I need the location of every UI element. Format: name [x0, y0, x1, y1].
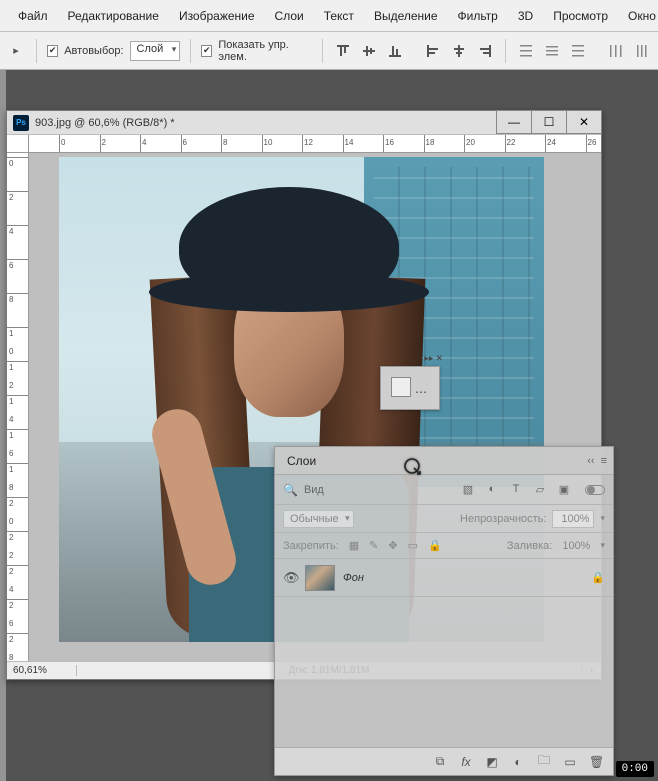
align-left-icon[interactable]	[423, 40, 443, 62]
adjustment-layer-icon[interactable]: ◐	[511, 755, 525, 769]
auto-select-label: Автовыбор:	[64, 45, 123, 57]
align-vcenter-icon[interactable]	[359, 40, 379, 62]
layers-panel[interactable]: Слои ‹‹ ≡ 🔍 Вид ▧ ◐ T ▱ ▣ Обычные Непроз…	[274, 446, 614, 776]
filter-kind-dropdown[interactable]: Вид	[304, 484, 324, 496]
auto-select-checkbox[interactable]: ✔	[47, 45, 58, 57]
fill-input[interactable]: 100%	[562, 540, 590, 552]
menu-select[interactable]: Выделение	[364, 3, 448, 29]
show-transform-checkbox[interactable]: ✔	[201, 45, 212, 57]
filter-smart-icon[interactable]: ▣	[557, 483, 571, 496]
menu-3d[interactable]: 3D	[508, 3, 543, 29]
lock-all-icon[interactable]: 🔒	[428, 539, 442, 552]
recording-timer: 0:00	[616, 761, 654, 777]
tab-layers[interactable]: Слои	[275, 448, 328, 474]
distribute-hcenter-icon[interactable]	[632, 40, 652, 62]
distribute-top-icon[interactable]	[516, 40, 536, 62]
group-icon[interactable]: 🗀	[537, 751, 551, 772]
lock-label: Закрепить:	[283, 540, 339, 552]
menu-filter[interactable]: Фильтр	[448, 3, 508, 29]
options-bar: ▸ ✔ Автовыбор: Слой ✔ Показать упр. элем…	[0, 32, 658, 70]
blend-row: Обычные Непрозрачность: 100% ▾	[275, 505, 613, 533]
fill-label: Заливка:	[507, 540, 552, 552]
show-transform-label: Показать упр. элем.	[218, 39, 311, 63]
layer-mask-icon[interactable]: ◩	[485, 755, 499, 769]
align-hcenter-icon[interactable]	[449, 40, 469, 62]
align-top-icon[interactable]	[333, 40, 353, 62]
opacity-input[interactable]: 100%	[552, 510, 594, 528]
mouse-cursor-icon	[404, 458, 420, 474]
panel-menu-icon[interactable]: ≡	[601, 455, 607, 467]
layer-row[interactable]: 👁 Фон 🔒	[275, 559, 613, 597]
distribute-vcenter-icon[interactable]	[542, 40, 562, 62]
lock-artboard-icon[interactable]: ▭	[408, 539, 418, 552]
photo-hat	[179, 187, 399, 307]
filter-toggle[interactable]	[585, 485, 605, 495]
workspace: Ps 903.jpg @ 60,6% (RGB/8*) * — ☐ ✕ 0246…	[0, 70, 658, 781]
layers-tab-row: Слои ‹‹ ≡	[275, 447, 613, 475]
ruler-horizontal[interactable]: 02468101214161820222426	[29, 135, 601, 153]
lock-row: Закрепить: ▦ ✎ ✥ ▭ 🔒 Заливка: 100% ▾	[275, 533, 613, 559]
document-title: 903.jpg @ 60,6% (RGB/8*) *	[35, 117, 175, 129]
align-bottom-icon[interactable]	[385, 40, 405, 62]
zoom-level[interactable]: 60,61%	[7, 665, 77, 676]
lock-position-icon[interactable]: ✥	[388, 539, 397, 552]
layer-name[interactable]: Фон	[343, 572, 583, 584]
ps-icon: Ps	[13, 115, 29, 131]
window-maximize-button[interactable]: ☐	[531, 110, 567, 134]
filter-adjustment-icon[interactable]: ◐	[485, 483, 499, 496]
layer-list: 👁 Фон 🔒	[275, 559, 613, 597]
ruler-origin[interactable]	[7, 135, 29, 153]
opacity-label: Непрозрачность:	[460, 513, 546, 525]
layer-fx-icon[interactable]: fx	[459, 755, 473, 769]
distribute-bottom-icon[interactable]	[568, 40, 588, 62]
auto-select-dropdown[interactable]: Слой	[130, 41, 181, 61]
layer-thumbnail[interactable]	[305, 565, 335, 591]
filter-shape-icon[interactable]: ▱	[533, 483, 547, 496]
ruler-vertical[interactable]: 024681 01 21 41 61 82 02 22 42 62 8	[7, 153, 29, 661]
fill-chevron-icon[interactable]: ▾	[600, 540, 605, 551]
lock-transparency-icon[interactable]: ▦	[349, 539, 359, 552]
layers-filter-row: 🔍 Вид ▧ ◐ T ▱ ▣	[275, 475, 613, 505]
panel-collapse-icon[interactable]: ‹‹	[587, 455, 594, 467]
menu-file[interactable]: Файл	[8, 3, 58, 29]
opacity-chevron-icon[interactable]: ▾	[600, 513, 605, 524]
filter-pixel-icon[interactable]: ▧	[461, 483, 475, 496]
layers-footer: ⧉ fx ◩ ◐ 🗀 ▭ 🗑	[275, 747, 613, 775]
menu-text[interactable]: Текст	[314, 3, 364, 29]
menu-layer[interactable]: Слои	[265, 3, 314, 29]
panel-menu-icon[interactable]: ⋯	[415, 385, 427, 399]
panel-collapse-icon[interactable]: ▸▸	[424, 353, 433, 364]
window-minimize-button[interactable]: —	[496, 110, 532, 134]
filter-type-icon[interactable]: T	[509, 483, 523, 496]
menu-image[interactable]: Изображение	[169, 3, 265, 29]
window-close-button[interactable]: ✕	[566, 110, 602, 134]
menu-bar: Файл Редактирование Изображение Слои Тек…	[0, 0, 658, 32]
panel-close-icon[interactable]: ✕	[435, 353, 443, 364]
lock-paint-icon[interactable]: ✎	[369, 539, 378, 552]
tool-preset-icon[interactable]: ▸	[6, 40, 26, 62]
visibility-icon[interactable]: 👁	[283, 570, 297, 586]
align-right-icon[interactable]	[475, 40, 495, 62]
link-layers-icon[interactable]: ⧉	[433, 754, 447, 769]
distribute-left-icon[interactable]	[606, 40, 626, 62]
new-layer-icon[interactable]: ▭	[563, 755, 577, 769]
delete-layer-icon[interactable]: 🗑	[589, 755, 603, 769]
lock-icon[interactable]: 🔒	[591, 571, 605, 584]
search-icon: 🔍	[283, 483, 298, 497]
3d-mini-panel[interactable]: ▸▸ ✕ ⋯	[380, 366, 440, 410]
menu-edit[interactable]: Редактирование	[58, 3, 169, 29]
3d-cube-icon[interactable]	[391, 377, 411, 397]
menu-window[interactable]: Окно	[618, 3, 658, 29]
menu-view[interactable]: Просмотр	[543, 3, 618, 29]
blend-mode-dropdown[interactable]: Обычные	[283, 510, 354, 528]
